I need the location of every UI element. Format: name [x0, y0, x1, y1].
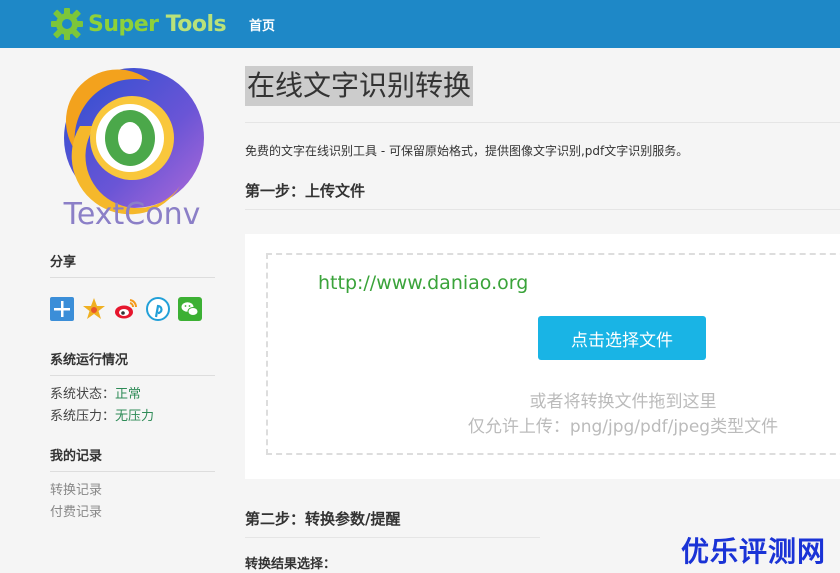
upload-panel: http://www.daniao.org 点击选择文件 或者将转换文件拖到这里… — [245, 234, 840, 479]
plus-share-icon[interactable] — [50, 297, 74, 321]
share-icons — [50, 297, 215, 321]
my-records-title: 我的记录 — [50, 445, 215, 472]
system-load-row: 系统压力：无压力 — [50, 409, 155, 424]
payment-records-link[interactable]: 付费记录 — [50, 502, 215, 524]
system-status-row: 系统状态：正常 — [50, 387, 142, 402]
nav-home-link[interactable]: 首页 — [249, 15, 275, 34]
step1-divider — [245, 209, 840, 210]
choose-file-button[interactable]: 点击选择文件 — [538, 316, 706, 360]
site-watermark: 优乐评测网 — [681, 535, 827, 568]
textconv-logo-icon: TextConv — [63, 68, 204, 232]
step1-title: 第一步：上传文件 — [245, 182, 366, 200]
watermark-url: http://www.daniao.org — [318, 272, 529, 294]
share-section-title: 分享 — [50, 251, 215, 278]
top-navbar: Super Tools 首页 — [0, 0, 840, 48]
qzone-star-icon[interactable] — [82, 297, 106, 321]
title-divider — [245, 122, 840, 123]
drop-hint-line1: 或者将转换文件拖到这里 — [529, 392, 717, 412]
logo-text: Super Tools — [88, 11, 227, 37]
step2-divider — [245, 537, 540, 538]
step2-title: 第二步：转换参数/提醒 — [245, 510, 401, 528]
page-title: 在线文字识别转换 — [245, 66, 474, 106]
sidebar: TextConv 分享 系统运行情况 系统状态：正常 系统压力：无压力 我的记录… — [50, 66, 215, 524]
gear-logo-icon — [51, 8, 83, 40]
pinterest-like-icon[interactable] — [146, 297, 170, 321]
drop-hint: 或者将转换文件拖到这里 仅允许上传：png/jpg/pdf/jpeg类型文件 — [463, 390, 783, 440]
brand-text: TextConv — [63, 197, 201, 231]
result-select-label: 转换结果选择： — [245, 557, 337, 572]
file-dropzone[interactable]: http://www.daniao.org 点击选择文件 或者将转换文件拖到这里… — [266, 253, 840, 455]
conversion-records-link[interactable]: 转换记录 — [50, 480, 215, 502]
page-description: 免费的文字在线识别工具 - 可保留原始格式，提供图像文字识别,pdf文字识别服务… — [245, 144, 689, 158]
weibo-icon[interactable] — [114, 297, 138, 321]
system-status-title: 系统运行情况 — [50, 349, 215, 376]
main-content: 在线文字识别转换 免费的文字在线识别工具 - 可保留原始格式，提供图像文字识别,… — [245, 66, 840, 572]
allowed-types-hint: 仅允许上传：png/jpg/pdf/jpeg类型文件 — [467, 417, 779, 437]
system-load-value: 无压力 — [115, 409, 155, 424]
textconv-logo-image: TextConv — [50, 66, 215, 232]
system-status-value: 正常 — [115, 387, 142, 402]
site-logo[interactable]: Super Tools — [50, 6, 227, 42]
wechat-icon[interactable] — [178, 297, 202, 321]
